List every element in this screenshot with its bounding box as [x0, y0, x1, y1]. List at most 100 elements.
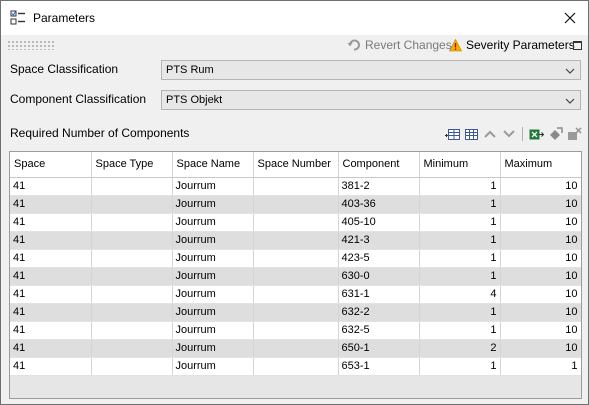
- table-cell[interactable]: 41: [10, 249, 92, 268]
- refresh-icon[interactable]: [547, 126, 563, 142]
- table-cell[interactable]: [91, 249, 173, 268]
- table-row[interactable]: 41 Jourrum 632-5 1 10: [10, 321, 581, 340]
- column-header-minimum[interactable]: Minimum: [419, 152, 501, 178]
- table-cell[interactable]: 10: [500, 177, 581, 196]
- table-cell[interactable]: Jourrum: [172, 321, 254, 340]
- table-cell[interactable]: 630-0: [338, 267, 420, 286]
- table-cell[interactable]: [253, 195, 339, 214]
- table-cell[interactable]: Jourrum: [172, 249, 254, 268]
- table-cell[interactable]: 10: [500, 321, 581, 340]
- add-rows-icon[interactable]: [463, 126, 479, 142]
- table-cell[interactable]: 41: [10, 321, 92, 340]
- table-cell[interactable]: [253, 303, 339, 322]
- delete-icon[interactable]: [566, 126, 582, 142]
- table-cell[interactable]: 1: [419, 303, 501, 322]
- revert-changes-button[interactable]: Revert Changes: [347, 38, 452, 52]
- table-cell[interactable]: 2: [419, 339, 501, 358]
- table-cell[interactable]: [91, 321, 173, 340]
- table-cell[interactable]: 41: [10, 303, 92, 322]
- table-cell[interactable]: 10: [500, 231, 581, 250]
- add-row-icon[interactable]: [444, 126, 460, 142]
- maximize-icon[interactable]: [573, 41, 582, 50]
- column-header-space-type[interactable]: Space Type: [91, 152, 173, 178]
- table-cell[interactable]: 1: [419, 249, 501, 268]
- table-cell[interactable]: Jourrum: [172, 357, 254, 376]
- severity-parameters-button[interactable]: Severity Parameters: [449, 38, 575, 52]
- table-cell[interactable]: 10: [500, 303, 581, 322]
- table-row[interactable]: 41 Jourrum 653-1 1 1: [10, 357, 581, 376]
- column-header-space[interactable]: Space: [10, 152, 92, 178]
- table-row[interactable]: 41 Jourrum 405-10 1 10: [10, 213, 581, 232]
- table-cell[interactable]: 1: [500, 357, 581, 376]
- table-cell[interactable]: Jourrum: [172, 303, 254, 322]
- table-cell[interactable]: [91, 213, 173, 232]
- table-cell[interactable]: 41: [10, 357, 92, 376]
- column-header-space-number[interactable]: Space Number: [253, 152, 339, 178]
- table-cell[interactable]: 653-1: [338, 357, 420, 376]
- table-row[interactable]: 41 Jourrum 650-1 2 10: [10, 339, 581, 358]
- table-cell[interactable]: Jourrum: [172, 213, 254, 232]
- table-row[interactable]: 41 Jourrum 421-3 1 10: [10, 231, 581, 250]
- table-row[interactable]: 41 Jourrum 423-5 1 10: [10, 249, 581, 268]
- move-up-icon[interactable]: [482, 126, 498, 142]
- table-cell[interactable]: 1: [419, 357, 501, 376]
- table-cell[interactable]: [253, 231, 339, 250]
- table-cell[interactable]: 10: [500, 249, 581, 268]
- table-cell[interactable]: 41: [10, 213, 92, 232]
- table-cell[interactable]: 1: [419, 267, 501, 286]
- column-header-component[interactable]: Component: [338, 152, 420, 178]
- table-cell[interactable]: 10: [500, 339, 581, 358]
- table-cell[interactable]: [253, 321, 339, 340]
- table-cell[interactable]: 1: [419, 321, 501, 340]
- table-row[interactable]: 41 Jourrum 381-2 1 10: [10, 177, 581, 196]
- table-cell[interactable]: 423-5: [338, 249, 420, 268]
- table-cell[interactable]: 631-1: [338, 285, 420, 304]
- table-cell[interactable]: 41: [10, 231, 92, 250]
- table-cell[interactable]: 41: [10, 267, 92, 286]
- table-cell[interactable]: Jourrum: [172, 285, 254, 304]
- table-cell[interactable]: 1: [419, 213, 501, 232]
- table-cell[interactable]: 403-36: [338, 195, 420, 214]
- table-cell[interactable]: [253, 339, 339, 358]
- table-cell[interactable]: 632-5: [338, 321, 420, 340]
- table-cell[interactable]: 421-3: [338, 231, 420, 250]
- table-cell[interactable]: [253, 213, 339, 232]
- table-cell[interactable]: 41: [10, 285, 92, 304]
- export-excel-icon[interactable]: [528, 126, 544, 142]
- column-header-space-name[interactable]: Space Name: [172, 152, 254, 178]
- table-cell[interactable]: [253, 285, 339, 304]
- table-cell[interactable]: Jourrum: [172, 177, 254, 196]
- table-cell[interactable]: 10: [500, 213, 581, 232]
- table-cell[interactable]: [91, 303, 173, 322]
- table-cell[interactable]: 1: [419, 231, 501, 250]
- table-cell[interactable]: 10: [500, 285, 581, 304]
- table-row[interactable]: 41 Jourrum 403-36 1 10: [10, 195, 581, 214]
- table-cell[interactable]: 1: [419, 177, 501, 196]
- table-cell[interactable]: [91, 357, 173, 376]
- move-down-icon[interactable]: [501, 126, 517, 142]
- column-header-maximum[interactable]: Maximum: [500, 152, 581, 178]
- table-cell[interactable]: 405-10: [338, 213, 420, 232]
- table-row[interactable]: 41 Jourrum 631-1 4 10: [10, 285, 581, 304]
- toolbar-grip[interactable]: [7, 40, 55, 50]
- table-cell[interactable]: [253, 249, 339, 268]
- table-cell[interactable]: [91, 285, 173, 304]
- close-button[interactable]: [557, 5, 583, 31]
- table-cell[interactable]: Jourrum: [172, 231, 254, 250]
- table-cell[interactable]: [253, 357, 339, 376]
- table-cell[interactable]: [91, 195, 173, 214]
- table-cell[interactable]: 381-2: [338, 177, 420, 196]
- table-cell[interactable]: [91, 267, 173, 286]
- table-cell[interactable]: Jourrum: [172, 339, 254, 358]
- space-classification-select[interactable]: PTS Rum: [161, 60, 581, 80]
- table-cell[interactable]: [91, 231, 173, 250]
- table-cell[interactable]: 41: [10, 177, 92, 196]
- table-cell[interactable]: [91, 339, 173, 358]
- table-cell[interactable]: 1: [419, 195, 501, 214]
- table-cell[interactable]: Jourrum: [172, 267, 254, 286]
- table-cell[interactable]: [253, 177, 339, 196]
- table-cell[interactable]: 41: [10, 339, 92, 358]
- table-cell[interactable]: 4: [419, 285, 501, 304]
- table-cell[interactable]: [91, 177, 173, 196]
- table-cell[interactable]: 41: [10, 195, 92, 214]
